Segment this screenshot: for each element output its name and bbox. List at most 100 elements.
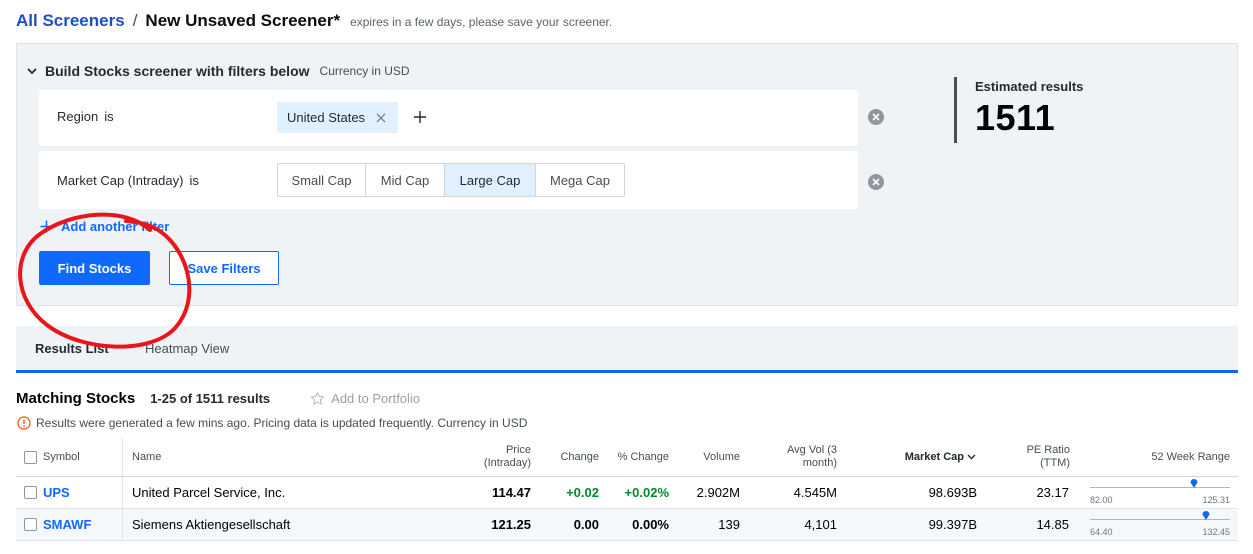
tab-results-list[interactable]: Results List (16, 326, 126, 370)
symbol-link[interactable]: UPS (43, 485, 70, 500)
market-cap-option-large[interactable]: Large Cap (445, 164, 536, 196)
header-pe-ratio[interactable]: PE Ratio (TTM) (996, 438, 1070, 476)
header-52-week-range[interactable]: 52 Week Range (1116, 438, 1230, 476)
table-row[interactable]: SMAWF Siemens Aktiengesellschaft 121.25 0.0… (16, 509, 1238, 541)
matching-stocks-title: Matching Stocks (16, 390, 136, 407)
header-avg-volume[interactable]: Avg Vol (3 month) (746, 438, 837, 476)
range-marker-icon (1190, 479, 1198, 488)
estimated-results-count: 1511 (975, 97, 1056, 138)
add-another-filter-link[interactable]: Add another filter (39, 219, 169, 234)
column-divider (122, 477, 123, 508)
remove-filter-region-icon[interactable] (868, 109, 884, 125)
table-body: UPS United Parcel Service, Inc. 114.47 +0.0… (16, 477, 1238, 541)
header-avg-vol-line2: month) (802, 457, 837, 469)
company-name: United Parcel Service, Inc. (132, 485, 286, 500)
header-pct-change[interactable]: % Change (606, 438, 669, 476)
estimated-results: Estimated results 1511 (954, 77, 1083, 143)
estimated-results-label: Estimated results (975, 79, 1084, 94)
change-cell: 0.00 (573, 517, 599, 532)
header-name[interactable]: Name (132, 438, 161, 476)
results-notice-text: Results were generated a few mins ago. P… (36, 416, 528, 430)
builder-title: Build Stocks screener with filters below (45, 63, 310, 79)
breadcrumb-separator: / (132, 11, 138, 30)
filter-name: Market Cap (Intraday) (57, 173, 184, 188)
price-cell: 121.25 (491, 517, 531, 532)
add-filter-label: Add another filter (61, 219, 170, 234)
filter-row-region: Region is United States (39, 90, 858, 146)
market-cap-segmented-control: Small Cap Mid Cap Large Cap Mega Cap (277, 163, 625, 197)
star-icon (310, 391, 325, 406)
avg-volume-cell: 4,101 (804, 517, 837, 532)
company-name: Siemens Aktiengesellschaft (132, 517, 291, 532)
alert-circle-icon (17, 416, 31, 430)
builder-header: Build Stocks screener with filters below… (25, 63, 410, 79)
save-filters-button[interactable]: Save Filters (169, 251, 279, 285)
52-week-range-bar: 82.00 125.31 (1090, 477, 1230, 508)
table-row[interactable]: UPS United Parcel Service, Inc. 114.47 +0.0… (16, 477, 1238, 509)
filter-label-region: Region is (57, 109, 114, 124)
header-market-cap[interactable]: Market Cap (866, 438, 976, 476)
region-chip-united-states[interactable]: United States (277, 102, 399, 133)
column-divider (122, 438, 123, 476)
add-region-plus-icon[interactable] (412, 109, 428, 125)
change-cell: +0.02 (566, 485, 599, 500)
page-title: New Unsaved Screener* (145, 11, 341, 30)
header-pe-line1: PE Ratio (1026, 444, 1070, 456)
add-to-portfolio-label: Add to Portfolio (331, 391, 421, 406)
row-checkbox[interactable] (24, 518, 37, 531)
market-cap-cell: 99.397B (928, 517, 977, 532)
plus-icon (39, 220, 53, 234)
remove-filter-market-cap-icon[interactable] (868, 174, 884, 190)
results-table: Symbol Name Price (Intraday) Change % Ch… (16, 438, 1238, 541)
header-symbol: Symbol (24, 438, 80, 476)
header-price[interactable]: Price (Intraday) (416, 438, 531, 476)
header-market-cap-label: Market Cap (904, 450, 964, 463)
all-screeners-link[interactable]: All Screeners (16, 11, 125, 31)
range-marker-icon (1202, 511, 1210, 520)
avg-volume-cell: 4.545M (793, 485, 837, 500)
header-pe-line2: (TTM) (1040, 457, 1070, 469)
find-stocks-button[interactable]: Find Stocks (39, 251, 150, 285)
volume-cell: 139 (718, 517, 740, 532)
pe-ratio-cell: 23.17 (1036, 485, 1069, 500)
header-price-line2: (Intraday) (483, 457, 531, 469)
52-week-range-bar: 64.40 132.45 (1090, 509, 1230, 540)
filter-operator: is (189, 173, 199, 188)
header-change[interactable]: Change (538, 438, 599, 476)
screener-builder-panel: Build Stocks screener with filters below… (16, 43, 1238, 306)
results-count: 1-25 of 1511 results (150, 391, 271, 406)
header-price-line1: Price (505, 444, 531, 456)
tab-heatmap-view[interactable]: Heatmap View (145, 326, 229, 370)
filter-label-market-cap: Market Cap (Intraday) is (57, 173, 199, 188)
row-checkbox[interactable] (24, 486, 37, 499)
volume-cell: 2.902M (696, 485, 740, 500)
header-volume[interactable]: Volume (676, 438, 740, 476)
header-symbol-label: Symbol (43, 450, 80, 463)
filter-name: Region (57, 109, 99, 124)
market-cap-option-mega[interactable]: Mega Cap (536, 164, 624, 196)
expiry-note: expires in a few days, please save your … (350, 15, 613, 29)
range-high: 125.31 (1202, 495, 1230, 505)
chevron-down-icon[interactable] (25, 64, 39, 78)
breadcrumb: All Screeners / New Unsaved Screener* ex… (16, 11, 612, 35)
range-track (1090, 487, 1230, 488)
column-divider (122, 509, 123, 540)
range-high: 132.45 (1202, 527, 1230, 537)
close-icon[interactable] (375, 112, 387, 124)
filter-row-market-cap: Market Cap (Intraday) is Small Cap Mid Ca… (39, 151, 858, 209)
symbol-link[interactable]: SMAWF (43, 517, 91, 532)
market-cap-cell: 98.693B (928, 485, 977, 500)
pe-ratio-cell: 14.85 (1036, 517, 1069, 532)
results-notice: Results were generated a few mins ago. P… (17, 416, 527, 430)
builder-currency: Currency in USD (319, 64, 410, 78)
market-cap-option-small[interactable]: Small Cap (278, 164, 366, 196)
market-cap-option-mid[interactable]: Mid Cap (366, 164, 445, 196)
pct-change-cell: 0.00% (632, 517, 669, 532)
symbol-cell: UPS (24, 477, 70, 508)
range-low: 82.00 (1090, 495, 1113, 505)
chip-label: United States (287, 110, 366, 125)
header-avg-vol-line1: Avg Vol (3 (787, 444, 837, 456)
select-all-checkbox[interactable] (24, 450, 37, 464)
matching-stocks-header: Matching Stocks 1-25 of 1511 results Add… (16, 390, 420, 407)
add-to-portfolio-button[interactable]: Add to Portfolio (310, 391, 420, 406)
